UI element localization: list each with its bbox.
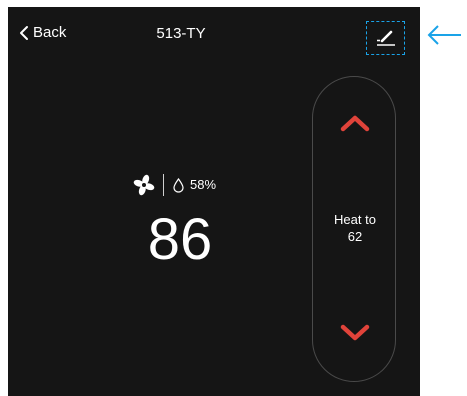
thermostat-screen: Back 513-TY 58% 86 Heat to 62: [8, 7, 420, 396]
setpoint-mode-label: Heat to: [334, 212, 376, 227]
status-divider: [163, 174, 164, 196]
chevron-down-icon: [340, 324, 370, 341]
setpoint-value: 62: [347, 229, 363, 244]
device-title: 513-TY: [156, 25, 206, 42]
increase-setpoint-button[interactable]: [337, 111, 373, 135]
setpoint-control: Heat to 62: [312, 76, 396, 382]
status-row: 58%: [133, 173, 243, 197]
water-drop-icon: [173, 177, 184, 193]
edit-button[interactable]: [366, 21, 405, 55]
pencil-icon: [377, 30, 395, 46]
humidity-value: 58%: [190, 177, 217, 192]
decrease-setpoint-button[interactable]: [337, 321, 373, 345]
current-temperature: 86: [147, 207, 213, 272]
chevron-up-icon: [340, 115, 370, 132]
setpoint-display: Heat to 62: [313, 211, 397, 245]
fan-icon: [133, 174, 155, 196]
arrow-left-icon: [427, 25, 461, 45]
